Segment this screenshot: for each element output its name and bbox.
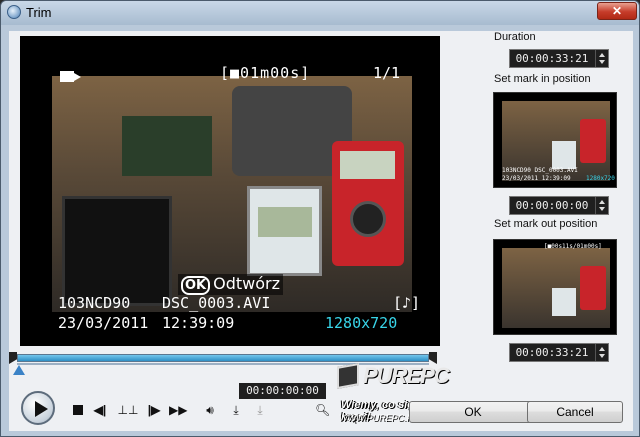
frame-power-meter (247, 186, 322, 276)
thumb-out-osd-top: [■00s11s/01m00s] (544, 243, 602, 250)
play-button[interactable] (21, 391, 55, 425)
video-preview[interactable]: [■01m00s] 1/1 OK Odtwórz 103NCD90 DSC_000… (20, 36, 440, 346)
spin-up-icon[interactable] (599, 347, 605, 351)
osd-date: 23/03/2011 (58, 314, 149, 332)
music-note-icon: [♪] (393, 294, 421, 312)
app-icon (7, 5, 21, 19)
mark-in-handle[interactable] (9, 352, 17, 364)
duration-field[interactable]: 00:00:33:21 (509, 49, 609, 68)
title-bar[interactable]: Trim ✕ (1, 1, 639, 25)
mark-out-spinner[interactable] (595, 344, 608, 361)
purepc-logo-icon (337, 363, 359, 389)
dialog-body: [■01m00s] 1/1 OK Odtwórz 103NCD90 DSC_000… (9, 31, 633, 431)
mark-out-field[interactable]: 00:00:33:21 (509, 343, 609, 362)
spin-down-icon[interactable] (599, 207, 605, 211)
playback-controls: ◀| ⊥⊥ |▶ ▶▶ 🔊︎ ⤓ ⤓ 🔍︎ (19, 391, 349, 425)
watermark-url: WWW.PUREPC.PL (339, 413, 418, 423)
volume-icon[interactable]: 🔊︎ (201, 403, 219, 417)
frame-board (122, 116, 212, 176)
split-icon[interactable]: ⊥⊥ (115, 403, 141, 417)
mark-in-thumbnail: 103NCD90 DSC_0003.AVI 23/03/2011 12:39:0… (493, 92, 617, 188)
cancel-button[interactable]: Cancel (527, 401, 623, 423)
fast-forward-icon[interactable]: ▶▶ (169, 403, 187, 417)
playhead[interactable] (13, 365, 25, 375)
duration-spinner[interactable] (595, 50, 608, 67)
spin-up-icon[interactable] (599, 53, 605, 57)
set-mark-out-icon[interactable]: ⤓ (251, 403, 269, 417)
mark-in-field[interactable]: 00:00:00:00 (509, 196, 609, 215)
frame-psu (62, 196, 172, 306)
watermark-brand: PUREPC (363, 363, 450, 388)
set-mark-in-icon[interactable]: ⤓ (227, 403, 245, 417)
osd-time: 12:39:09 (162, 314, 235, 332)
spin-down-icon[interactable] (599, 60, 605, 64)
duration-value: 00:00:33:21 (515, 52, 589, 65)
spin-down-icon[interactable] (599, 354, 605, 358)
mark-out-label: Set mark out position (494, 218, 598, 230)
zoom-icon[interactable]: 🔍︎ (315, 403, 330, 417)
osd-count: 1/1 (373, 64, 401, 82)
ok-button[interactable]: OK (409, 401, 537, 423)
mark-in-spinner[interactable] (595, 197, 608, 214)
mark-out-thumbnail: [■00s11s/01m00s] (493, 239, 617, 335)
frame-multimeter (332, 141, 404, 266)
osd-play-hint: OK Odtwórz (178, 274, 283, 295)
osd-ok-badge: OK (181, 276, 211, 295)
osd-folder: 103NCD90 (58, 294, 131, 312)
mark-out-value: 00:00:33:21 (515, 346, 589, 359)
previous-frame-icon[interactable]: ◀| (93, 403, 107, 417)
trim-window: Trim ✕ [■01m00s] 1/1 OK Odtwórz 103NCD90 … (0, 0, 640, 437)
next-frame-icon[interactable]: |▶ (147, 403, 161, 417)
mark-in-label: Set mark in position (494, 73, 591, 85)
window-title: Trim (26, 5, 52, 20)
stop-icon[interactable] (71, 403, 85, 417)
spin-up-icon[interactable] (599, 200, 605, 204)
close-button[interactable]: ✕ (597, 2, 637, 20)
osd-resolution: 1280x720 (325, 314, 398, 332)
osd-duration: [■01m00s] (220, 64, 311, 82)
thumb-in-osd-line2: 23/03/2011 12:39:09 (502, 175, 571, 182)
osd-file: DSC_0003.AVI (162, 294, 271, 312)
mark-in-value: 00:00:00:00 (515, 199, 589, 212)
thumb-in-osd-res: 1280x720 (586, 175, 615, 182)
duration-label: Duration (494, 31, 536, 43)
osd-play-label: Odtwórz (213, 274, 280, 293)
movie-camera-icon (60, 68, 82, 82)
thumb-in-osd-line1: 103NCD90 DSC_0003.AVI (502, 167, 578, 174)
